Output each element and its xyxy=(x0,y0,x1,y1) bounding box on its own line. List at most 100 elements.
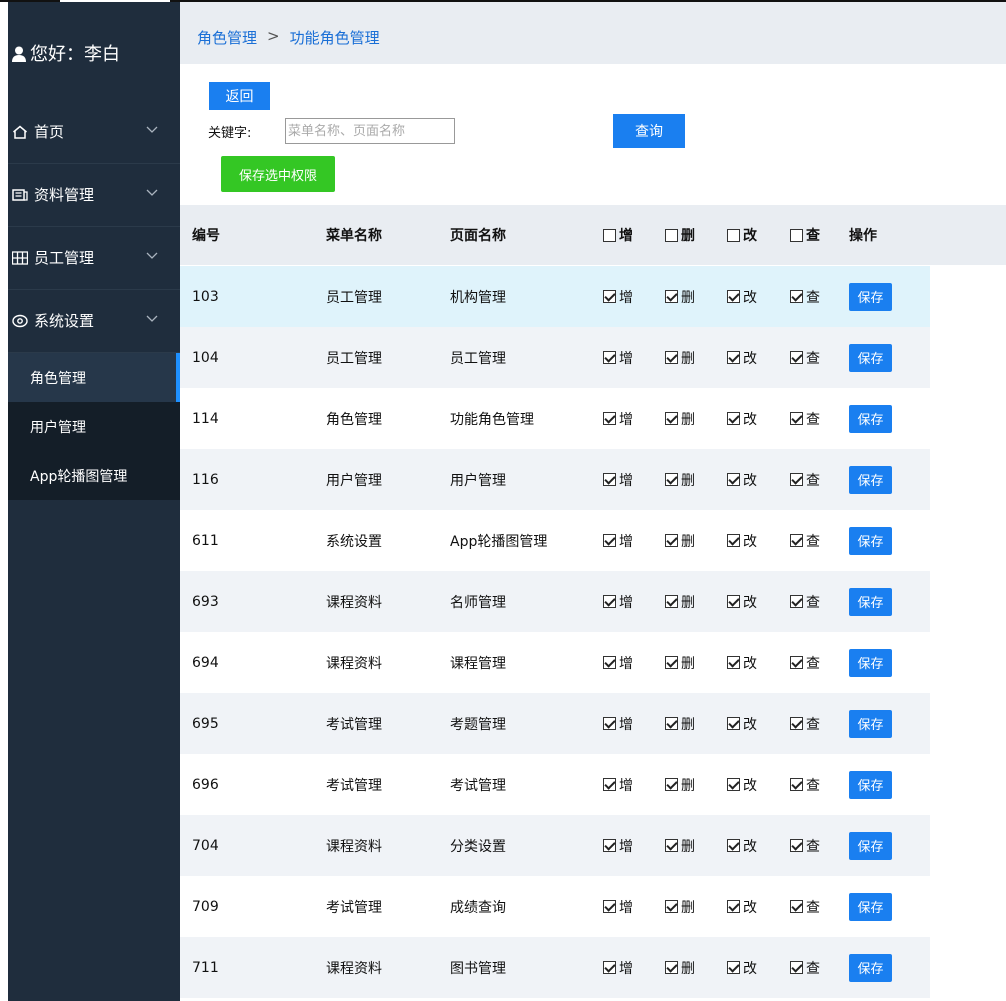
view-permission-checkbox[interactable]: 查 xyxy=(790,266,820,327)
delete-permission-checkbox[interactable]: 删 xyxy=(665,449,695,510)
header-view-checkbox[interactable]: 查 xyxy=(790,205,820,265)
checkbox-icon[interactable] xyxy=(665,534,678,547)
delete-permission-checkbox[interactable]: 删 xyxy=(665,510,695,571)
delete-permission-checkbox[interactable]: 删 xyxy=(665,693,695,754)
view-permission-checkbox[interactable]: 查 xyxy=(790,449,820,510)
checkbox-icon[interactable] xyxy=(727,290,740,303)
view-permission-checkbox[interactable]: 查 xyxy=(790,937,820,998)
menu-item-materials[interactable]: 资料管理 xyxy=(8,163,180,227)
header-modify-checkbox[interactable]: 改 xyxy=(727,205,757,265)
checkbox-icon[interactable] xyxy=(665,351,678,364)
view-permission-checkbox[interactable]: 查 xyxy=(790,327,820,388)
checkbox-icon[interactable] xyxy=(790,595,803,608)
menu-item-home[interactable]: 首页 xyxy=(8,100,180,164)
delete-permission-checkbox[interactable]: 删 xyxy=(665,266,695,327)
submenu-item-carousel[interactable]: App轮播图管理 xyxy=(8,451,180,500)
checkbox-icon[interactable] xyxy=(790,228,803,242)
add-permission-checkbox[interactable]: 增 xyxy=(603,510,633,571)
add-permission-checkbox[interactable]: 增 xyxy=(603,449,633,510)
checkbox-icon[interactable] xyxy=(790,290,803,303)
checkbox-icon[interactable] xyxy=(727,228,740,242)
header-add-checkbox[interactable]: 增 xyxy=(603,205,633,265)
checkbox-icon[interactable] xyxy=(603,412,616,425)
checkbox-icon[interactable] xyxy=(603,290,616,303)
menu-item-staff[interactable]: 员工管理 xyxy=(8,226,180,290)
add-permission-checkbox[interactable]: 增 xyxy=(603,388,633,449)
checkbox-icon[interactable] xyxy=(790,961,803,974)
view-permission-checkbox[interactable]: 查 xyxy=(790,693,820,754)
view-permission-checkbox[interactable]: 查 xyxy=(790,388,820,449)
checkbox-icon[interactable] xyxy=(727,351,740,364)
keyword-search-input[interactable] xyxy=(285,118,455,144)
delete-permission-checkbox[interactable]: 删 xyxy=(665,632,695,693)
checkbox-icon[interactable] xyxy=(727,961,740,974)
checkbox-icon[interactable] xyxy=(603,656,616,669)
modify-permission-checkbox[interactable]: 改 xyxy=(727,632,757,693)
checkbox-icon[interactable] xyxy=(603,900,616,913)
view-permission-checkbox[interactable]: 查 xyxy=(790,632,820,693)
checkbox-icon[interactable] xyxy=(665,656,678,669)
add-permission-checkbox[interactable]: 增 xyxy=(603,327,633,388)
checkbox-icon[interactable] xyxy=(603,473,616,486)
breadcrumb-parent[interactable]: 角色管理 xyxy=(197,27,257,48)
save-row-button[interactable]: 保存 xyxy=(849,343,892,372)
add-permission-checkbox[interactable]: 增 xyxy=(603,876,633,937)
add-permission-checkbox[interactable]: 增 xyxy=(603,937,633,998)
modify-permission-checkbox[interactable]: 改 xyxy=(727,449,757,510)
add-permission-checkbox[interactable]: 增 xyxy=(603,632,633,693)
checkbox-icon[interactable] xyxy=(790,473,803,486)
save-row-button[interactable]: 保存 xyxy=(849,892,892,921)
modify-permission-checkbox[interactable]: 改 xyxy=(727,510,757,571)
modify-permission-checkbox[interactable]: 改 xyxy=(727,754,757,815)
view-permission-checkbox[interactable]: 查 xyxy=(790,815,820,876)
checkbox-icon[interactable] xyxy=(790,656,803,669)
checkbox-icon[interactable] xyxy=(665,900,678,913)
checkbox-icon[interactable] xyxy=(603,351,616,364)
modify-permission-checkbox[interactable]: 改 xyxy=(727,388,757,449)
checkbox-icon[interactable] xyxy=(790,412,803,425)
delete-permission-checkbox[interactable]: 删 xyxy=(665,937,695,998)
checkbox-icon[interactable] xyxy=(665,717,678,730)
add-permission-checkbox[interactable]: 增 xyxy=(603,815,633,876)
view-permission-checkbox[interactable]: 查 xyxy=(790,876,820,937)
checkbox-icon[interactable] xyxy=(790,839,803,852)
checkbox-icon[interactable] xyxy=(790,778,803,791)
checkbox-icon[interactable] xyxy=(665,961,678,974)
checkbox-icon[interactable] xyxy=(603,961,616,974)
add-permission-checkbox[interactable]: 增 xyxy=(603,693,633,754)
checkbox-icon[interactable] xyxy=(727,839,740,852)
header-delete-checkbox[interactable]: 删 xyxy=(665,205,695,265)
save-row-button[interactable]: 保存 xyxy=(849,953,892,982)
delete-permission-checkbox[interactable]: 删 xyxy=(665,876,695,937)
checkbox-icon[interactable] xyxy=(790,351,803,364)
checkbox-icon[interactable] xyxy=(727,595,740,608)
modify-permission-checkbox[interactable]: 改 xyxy=(727,327,757,388)
back-button[interactable]: 返回 xyxy=(209,82,270,110)
delete-permission-checkbox[interactable]: 删 xyxy=(665,815,695,876)
checkbox-icon[interactable] xyxy=(603,839,616,852)
view-permission-checkbox[interactable]: 查 xyxy=(790,571,820,632)
checkbox-icon[interactable] xyxy=(727,534,740,547)
checkbox-icon[interactable] xyxy=(665,473,678,486)
modify-permission-checkbox[interactable]: 改 xyxy=(727,571,757,632)
modify-permission-checkbox[interactable]: 改 xyxy=(727,937,757,998)
add-permission-checkbox[interactable]: 增 xyxy=(603,266,633,327)
save-row-button[interactable]: 保存 xyxy=(849,526,892,555)
checkbox-icon[interactable] xyxy=(603,228,616,242)
checkbox-icon[interactable] xyxy=(727,656,740,669)
checkbox-icon[interactable] xyxy=(790,717,803,730)
checkbox-icon[interactable] xyxy=(603,595,616,608)
add-permission-checkbox[interactable]: 增 xyxy=(603,571,633,632)
modify-permission-checkbox[interactable]: 改 xyxy=(727,693,757,754)
checkbox-icon[interactable] xyxy=(603,534,616,547)
save-row-button[interactable]: 保存 xyxy=(849,770,892,799)
save-row-button[interactable]: 保存 xyxy=(849,465,892,494)
checkbox-icon[interactable] xyxy=(665,290,678,303)
checkbox-icon[interactable] xyxy=(727,473,740,486)
modify-permission-checkbox[interactable]: 改 xyxy=(727,266,757,327)
delete-permission-checkbox[interactable]: 删 xyxy=(665,327,695,388)
checkbox-icon[interactable] xyxy=(665,778,678,791)
save-row-button[interactable]: 保存 xyxy=(849,404,892,433)
save-row-button[interactable]: 保存 xyxy=(849,831,892,860)
menu-item-settings[interactable]: 系统设置 xyxy=(8,289,180,353)
